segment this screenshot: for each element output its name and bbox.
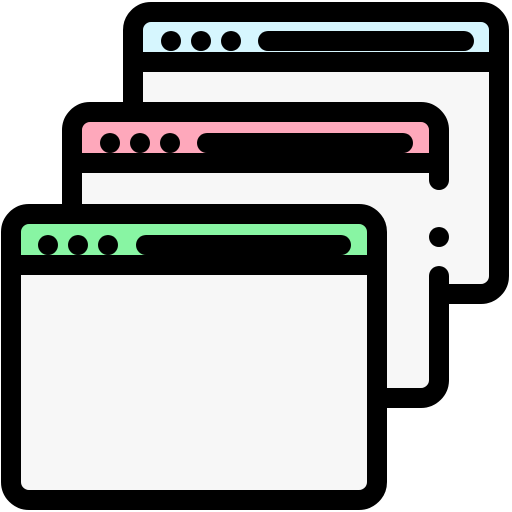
- middle-window-frame-dot-icon: [429, 227, 449, 247]
- back-window-dot-icon: [161, 31, 181, 51]
- middle-window-dot-icon: [130, 133, 150, 153]
- icon-canvas: [0, 0, 512, 512]
- back-window-dot-icon: [191, 31, 211, 51]
- middle-window-dot-icon: [100, 133, 120, 153]
- back-window-dot-icon: [221, 31, 241, 51]
- front-window-dot-icon: [98, 235, 118, 255]
- front-window: [1, 204, 387, 510]
- middle-window-dot-icon: [160, 133, 180, 153]
- multiple-browser-windows-icon: [1, 2, 509, 510]
- front-window-dot-icon: [38, 235, 58, 255]
- front-window-dot-icon: [68, 235, 88, 255]
